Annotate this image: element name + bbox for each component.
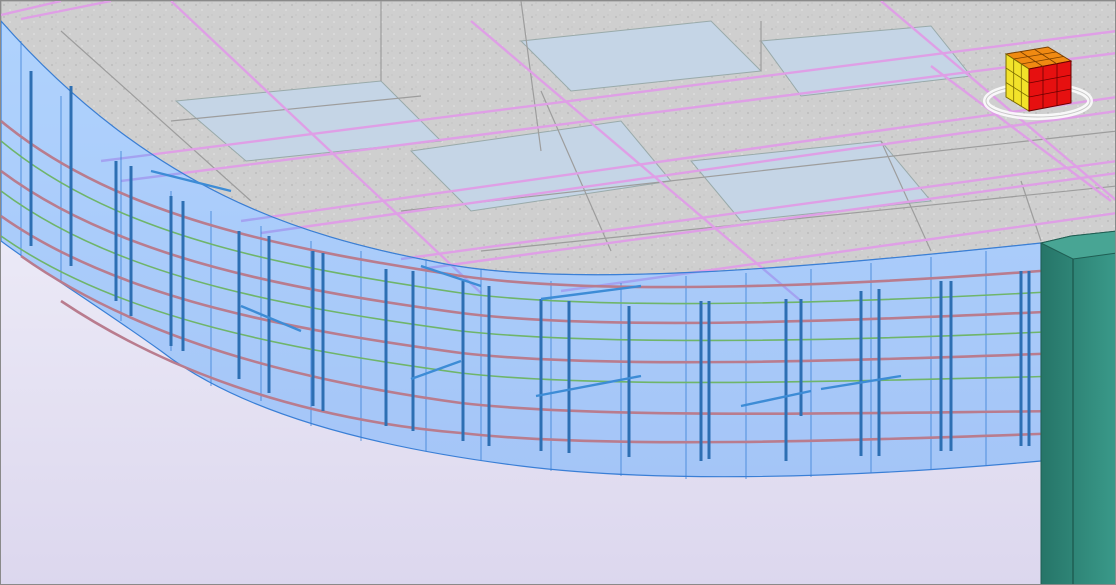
viewcube-icon[interactable] (1004, 46, 1073, 112)
concrete-column[interactable] (1039, 230, 1116, 585)
model-scene[interactable] (1, 1, 1116, 585)
viewcube[interactable] (976, 39, 1096, 129)
3d-viewport[interactable] (0, 0, 1116, 585)
viewcube-right-face (1028, 60, 1072, 112)
